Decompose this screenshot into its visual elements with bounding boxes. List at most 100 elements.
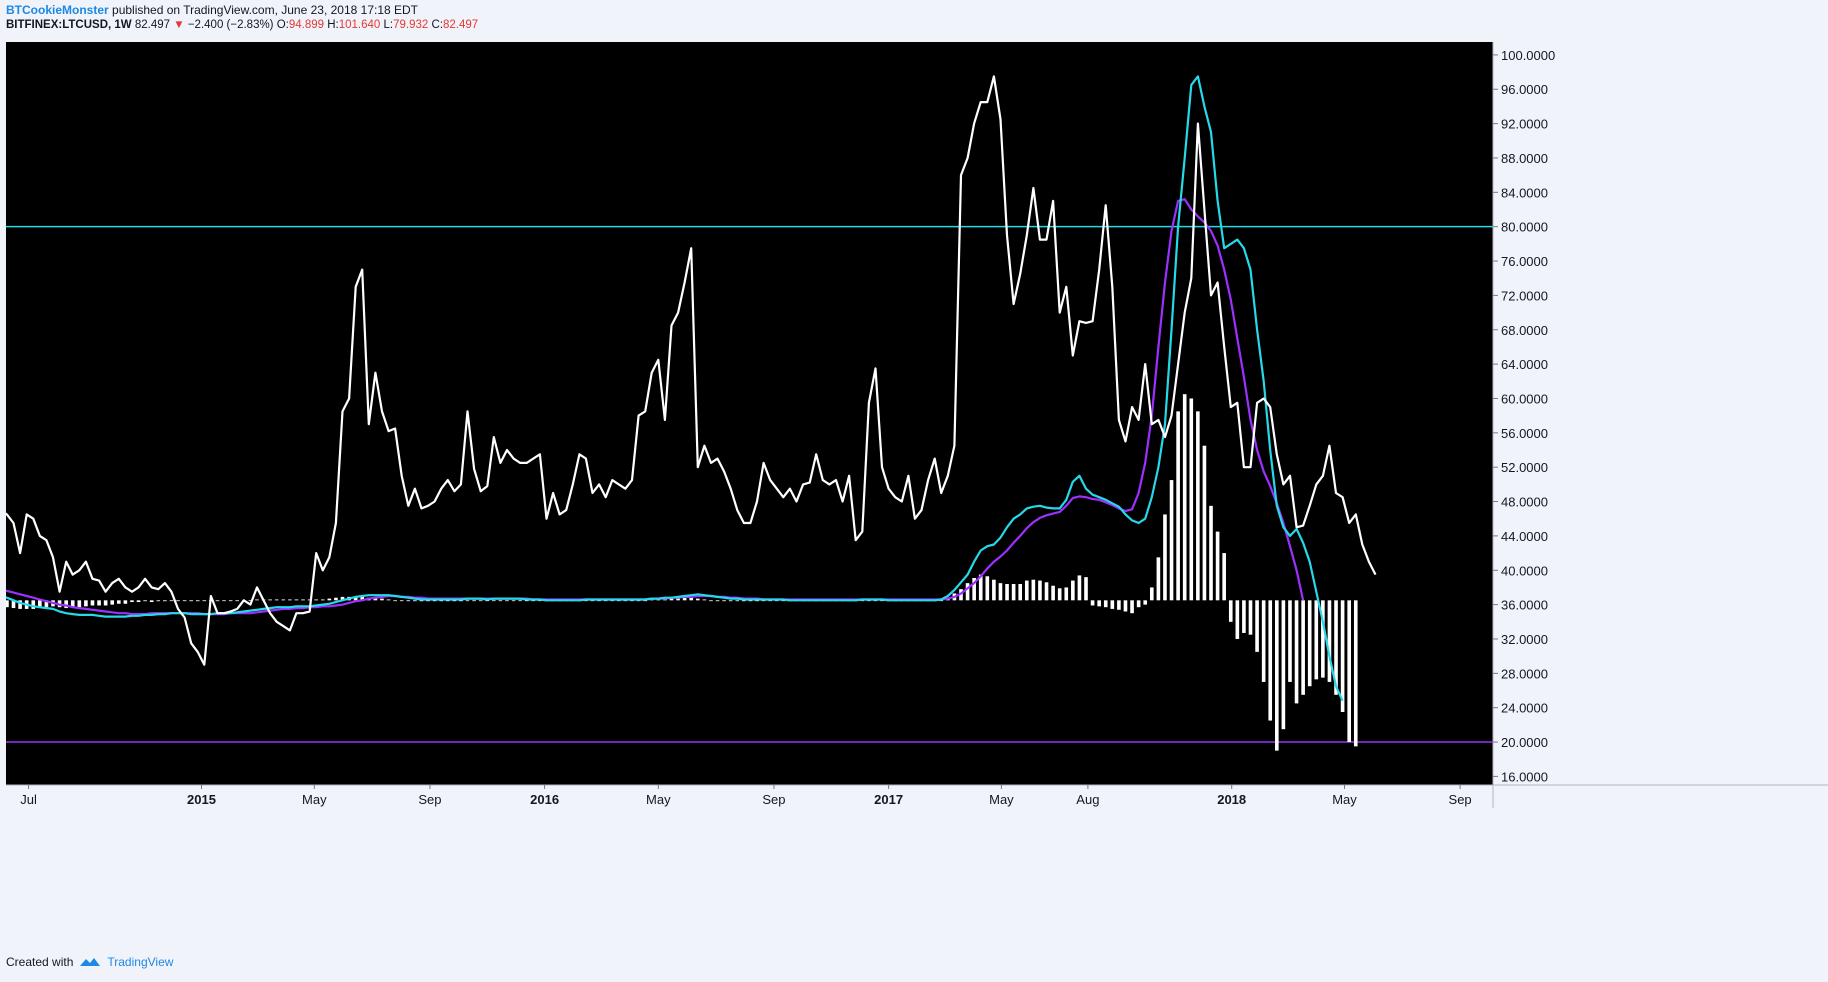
- histogram-bar: [215, 600, 220, 602]
- histogram-bar: [1044, 582, 1049, 601]
- histogram-bar: [1301, 600, 1305, 695]
- histogram-bar: [97, 600, 101, 606]
- histogram-bar: [1327, 600, 1332, 682]
- y-tick-label: 52.0000: [1501, 460, 1548, 475]
- histogram-bar: [695, 598, 700, 601]
- histogram-bar: [176, 600, 180, 602]
- histogram-bar: [1110, 600, 1115, 609]
- histogram-bar: [413, 600, 417, 602]
- histogram-bar: [1202, 445, 1207, 601]
- histogram-bar: [1261, 600, 1266, 682]
- histogram-bar: [380, 598, 384, 601]
- histogram-bar: [998, 583, 1003, 601]
- histogram-bar: [288, 599, 292, 601]
- histogram-bar: [1209, 505, 1213, 601]
- histogram-bar: [465, 600, 470, 602]
- footer: Created with TradingView: [6, 955, 173, 969]
- low-value: 79.932: [393, 19, 429, 31]
- histogram-bar: [268, 599, 272, 601]
- histogram-bar: [386, 599, 391, 601]
- histogram-bar: [314, 599, 318, 601]
- y-tick-label: 36.0000: [1501, 598, 1548, 613]
- histogram-bar: [728, 600, 733, 602]
- x-tick-label: May: [646, 792, 671, 807]
- histogram-bar: [1090, 600, 1095, 606]
- histogram-bar: [103, 600, 108, 606]
- high-value: 101.640: [338, 19, 381, 31]
- histogram-bar: [702, 599, 707, 601]
- histogram-bar: [1228, 600, 1233, 622]
- x-tick-label: May: [302, 792, 327, 807]
- high-label: H:: [327, 19, 339, 31]
- histogram-bar: [1340, 600, 1345, 712]
- histogram-bar: [1117, 600, 1121, 610]
- histogram-bar: [1242, 600, 1246, 633]
- histogram-bar: [1281, 600, 1286, 730]
- histogram-bar: [1222, 553, 1226, 601]
- close-value: 82.497: [443, 19, 479, 31]
- histogram-bar: [1169, 480, 1174, 601]
- histogram-bar: [518, 600, 522, 602]
- histogram-bar: [505, 600, 509, 602]
- histogram-bar: [1176, 411, 1180, 601]
- y-tick-label: 20.0000: [1501, 735, 1548, 750]
- histogram-bar: [130, 600, 134, 603]
- histogram-bar: [222, 600, 226, 602]
- histogram-bar: [1294, 600, 1299, 704]
- histogram-bar: [709, 600, 713, 602]
- histogram-bar: [1103, 600, 1108, 608]
- histogram-bar: [1189, 398, 1194, 601]
- histogram-bar: [1038, 580, 1042, 601]
- y-tick-label: 88.0000: [1501, 151, 1548, 166]
- histogram-bar: [1268, 600, 1273, 721]
- x-tick-label: 2018: [1217, 792, 1246, 807]
- histogram-bar: [84, 600, 88, 607]
- histogram-bar: [1130, 600, 1134, 614]
- y-tick-label: 40.0000: [1501, 563, 1548, 578]
- histogram-bar: [1024, 580, 1029, 601]
- histogram-bar: [1097, 600, 1101, 607]
- histogram-bar: [334, 597, 338, 601]
- histogram-bar: [123, 600, 128, 604]
- histogram-bar: [965, 583, 970, 601]
- author-link[interactable]: BTCookieMonster: [6, 3, 109, 17]
- symbol-line: BITFINEX:LTCUSD, 1W 82.497 ▼ −2.400 (−2.…: [6, 18, 478, 33]
- histogram-bar: [478, 600, 483, 602]
- chart-svg[interactable]: 100.0000 96.0000 92.0000 88.0000 84.0000 80.0…: [0, 42, 1828, 945]
- x-tick-label: Aug: [1076, 792, 1099, 807]
- published-text: published on TradingView.com, June 23, 2…: [112, 3, 419, 17]
- histogram-bar: [1182, 394, 1187, 601]
- histogram-bar: [1057, 588, 1062, 601]
- histogram-bar: [1347, 600, 1351, 743]
- histogram-bar: [274, 599, 279, 601]
- histogram-bar: [169, 600, 174, 602]
- tradingview-logo-icon: [80, 958, 101, 966]
- histogram-bar: [1084, 577, 1088, 601]
- created-with-label: Created with: [6, 955, 74, 969]
- histogram-bar: [1005, 584, 1009, 601]
- histogram-bar: [1136, 600, 1141, 608]
- histogram-bar: [1149, 587, 1154, 601]
- histogram-bar: [1156, 557, 1161, 601]
- histogram-bar: [228, 600, 233, 602]
- histogram-bar: [1353, 600, 1358, 747]
- histogram-bar: [1307, 600, 1312, 687]
- histogram-bar: [1143, 600, 1148, 605]
- histogram-bar: [1163, 514, 1167, 601]
- histogram-bar: [327, 598, 332, 601]
- histogram-bar: [1314, 600, 1319, 680]
- histogram-bar: [1077, 575, 1082, 601]
- histogram-bar: [189, 600, 193, 602]
- histogram-bar: [5, 600, 9, 608]
- histogram-bar: [235, 600, 240, 602]
- x-tick-label: Jul: [20, 792, 37, 807]
- tradingview-brand-link[interactable]: TradingView: [107, 955, 173, 969]
- histogram-bar: [1018, 584, 1023, 601]
- histogram-bar: [1071, 580, 1075, 601]
- y-tick-label: 96.0000: [1501, 82, 1548, 97]
- open-value: 94.899: [288, 19, 325, 31]
- histogram-bar: [399, 600, 404, 602]
- chart-area[interactable]: 100.0000 96.0000 92.0000 88.0000 84.0000 80.0…: [0, 42, 1828, 945]
- symbol-label: BITFINEX:LTCUSD, 1W: [6, 19, 132, 31]
- y-tick-label: 100.0000: [1501, 48, 1555, 63]
